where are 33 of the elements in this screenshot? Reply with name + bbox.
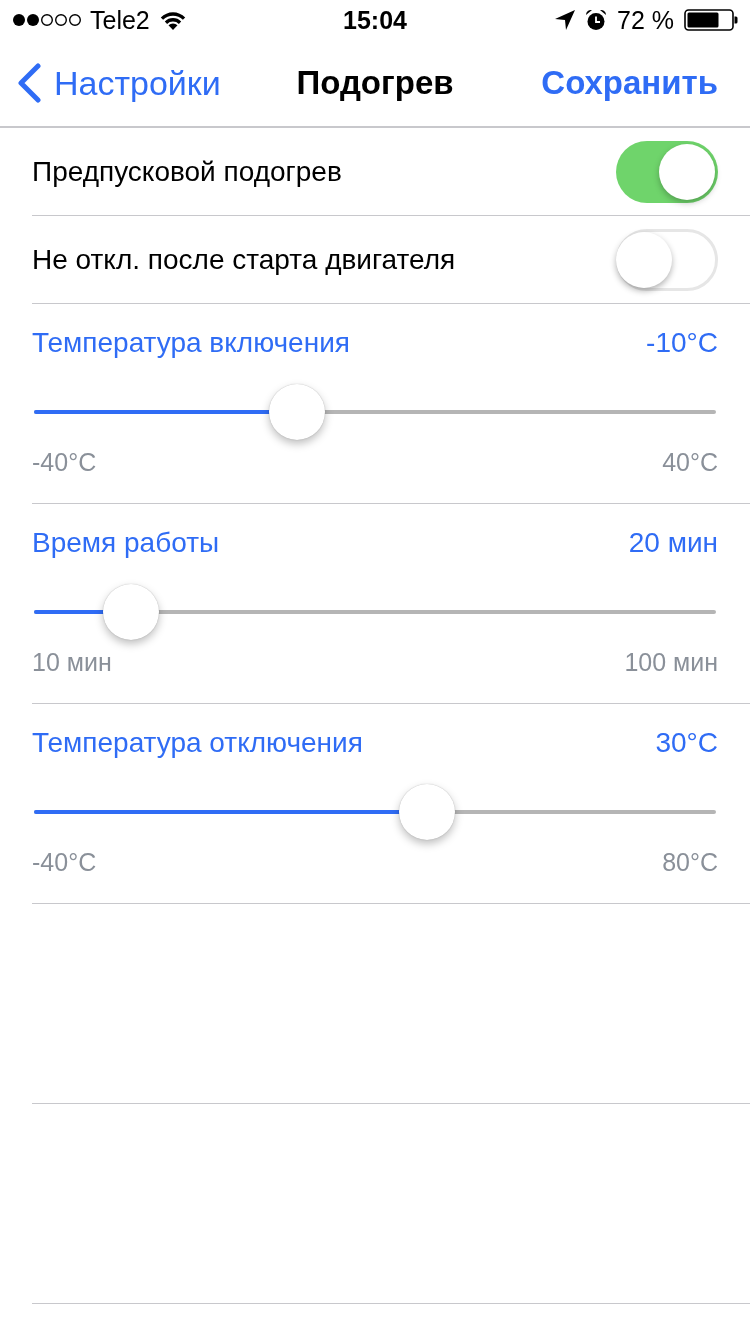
slider-max-label: 40°C xyxy=(662,447,718,478)
location-arrow-icon xyxy=(555,10,575,30)
slider-min-label: -40°C xyxy=(32,847,97,878)
battery-icon xyxy=(684,9,738,31)
slider-min-label: -40°C xyxy=(32,447,97,478)
alarm-clock-icon xyxy=(585,9,607,31)
slider-max-label: 80°C xyxy=(662,847,718,878)
back-chevron-icon xyxy=(16,63,42,103)
toggle-switch[interactable] xyxy=(616,228,718,291)
slider-thumb[interactable] xyxy=(103,584,160,640)
slider-value: 20 мин xyxy=(628,526,718,560)
slider-track[interactable] xyxy=(34,410,716,414)
slider-label: Температура отключения xyxy=(32,726,363,760)
slider-label: Время работы xyxy=(32,526,220,560)
nav-title: Подогрев xyxy=(296,63,454,103)
slider-max-label: 100 мин xyxy=(624,647,718,678)
save-button[interactable]: Сохранить xyxy=(541,63,718,103)
slider-track[interactable] xyxy=(34,810,716,814)
carrier-name: Tele2 xyxy=(90,5,150,35)
battery-percent: 72 % xyxy=(617,5,674,35)
slider-min-label: 10 мин xyxy=(32,647,112,678)
signal-icon xyxy=(12,13,82,27)
toggle-switch[interactable] xyxy=(616,140,718,203)
slider-track[interactable] xyxy=(34,610,716,614)
slider-thumb[interactable] xyxy=(398,784,455,840)
slider-thumb[interactable] xyxy=(268,384,325,440)
status-time: 15:04 xyxy=(343,5,407,35)
slider-value: 30°C xyxy=(655,726,718,760)
back-button[interactable]: Настройки xyxy=(16,63,221,103)
toggle-label: Предпусковой подогрев xyxy=(32,154,342,189)
slider-label: Температура включения xyxy=(32,326,350,360)
toggle-label: Не откл. после старта двигателя xyxy=(32,242,456,277)
slider-value: -10°C xyxy=(646,326,718,360)
